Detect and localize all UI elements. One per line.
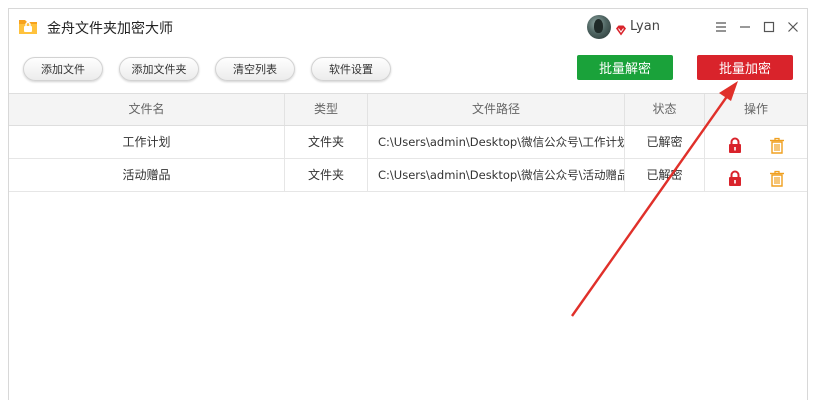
cell-name: 工作计划 — [9, 126, 285, 158]
cell-path: C:\Users\admin\Desktop\微信公众号\活动赠品 — [368, 159, 625, 191]
toolbar: 添加文件 添加文件夹 清空列表 软件设置 批量解密 批量加密 — [9, 45, 807, 93]
cell-type: 文件夹 — [285, 126, 368, 158]
table-row[interactable]: 工作计划 文件夹 C:\Users\admin\Desktop\微信公众号\工作… — [9, 126, 807, 159]
trash-icon[interactable] — [769, 134, 785, 154]
column-header-type[interactable]: 类型 — [285, 94, 368, 125]
column-header-status[interactable]: 状态 — [625, 94, 705, 125]
minimize-icon[interactable] — [733, 15, 757, 39]
add-folder-button[interactable]: 添加文件夹 — [119, 57, 199, 81]
vip-diamond-icon — [615, 21, 627, 36]
app-window: 金舟文件夹加密大师 Lyan 添加文件 添加文件夹 清空列表 软件设置 批量解密… — [8, 8, 808, 400]
lock-icon[interactable] — [727, 134, 743, 153]
column-header-path[interactable]: 文件路径 — [368, 94, 625, 125]
add-file-button[interactable]: 添加文件 — [23, 57, 103, 81]
folder-app-icon — [17, 15, 39, 37]
cell-type: 文件夹 — [285, 159, 368, 191]
column-header-name[interactable]: 文件名 — [9, 94, 285, 125]
menu-icon[interactable] — [709, 15, 733, 39]
trash-icon[interactable] — [769, 167, 785, 187]
cell-name: 活动赠品 — [9, 159, 285, 191]
app-title: 金舟文件夹加密大师 — [47, 21, 173, 37]
cell-path: C:\Users\admin\Desktop\微信公众号\工作计划 — [368, 126, 625, 158]
batch-decrypt-button[interactable]: 批量解密 — [577, 55, 673, 80]
batch-encrypt-button[interactable]: 批量加密 — [697, 55, 793, 80]
username[interactable]: Lyan — [630, 19, 660, 34]
lock-icon[interactable] — [727, 167, 743, 186]
cell-status: 已解密 — [625, 126, 705, 158]
table-row[interactable]: 活动赠品 文件夹 C:\Users\admin\Desktop\微信公众号\活动… — [9, 159, 807, 192]
cell-status: 已解密 — [625, 159, 705, 191]
title-bar: 金舟文件夹加密大师 Lyan — [9, 9, 807, 45]
table-header: 文件名 类型 文件路径 状态 操作 — [9, 93, 807, 126]
close-icon[interactable] — [781, 15, 805, 39]
user-avatar[interactable] — [587, 15, 611, 39]
cell-ops — [705, 159, 807, 191]
clear-list-button[interactable]: 清空列表 — [215, 57, 295, 81]
cell-ops — [705, 126, 807, 158]
column-header-ops: 操作 — [743, 102, 768, 116]
maximize-icon[interactable] — [757, 15, 781, 39]
settings-button[interactable]: 软件设置 — [311, 57, 391, 81]
